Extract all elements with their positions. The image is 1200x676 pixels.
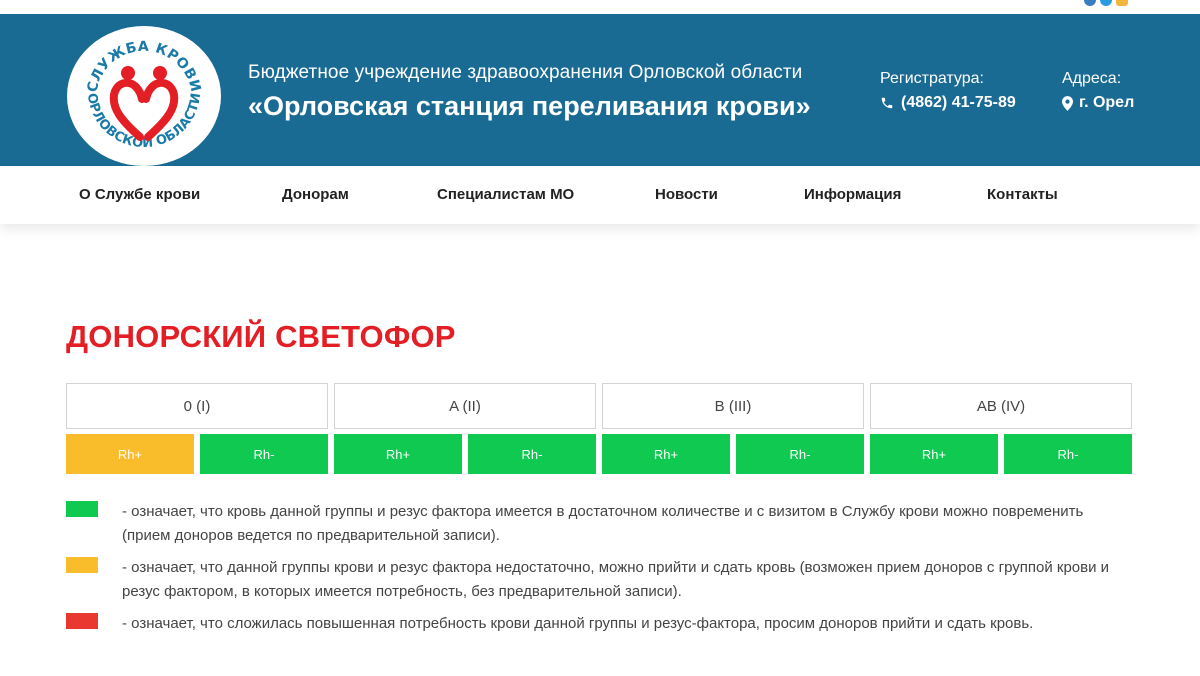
social-ok-icon[interactable] (1116, 0, 1128, 6)
top-strip (0, 0, 1200, 14)
nav-item-news[interactable]: Новости (655, 186, 718, 203)
rh-cell-a-positive[interactable]: Rh+ (334, 434, 462, 474)
nav-item-contacts[interactable]: Контакты (987, 186, 1058, 203)
main-nav: О Службе крови Донорам Специалистам МО Н… (0, 166, 1200, 224)
logo-emblem[interactable]: СЛУЖБА КРОВИ ОРЛОВСКОЙ ОБЛАСТИ (66, 25, 222, 167)
legend-swatch-green (66, 501, 98, 517)
registry-phone-link[interactable]: (4862) 41-75-89 (880, 94, 1016, 112)
nav-item-donors[interactable]: Донорам (282, 186, 349, 203)
blood-group-header-ab: AB (IV) (870, 383, 1132, 429)
registry-phone: (4862) 41-75-89 (901, 94, 1016, 111)
legend-text-red: - означает, что сложилась повышенная пот… (122, 615, 1034, 632)
nav-item-about[interactable]: О Службе крови (79, 186, 200, 203)
rh-cell-0-negative[interactable]: Rh- (200, 434, 328, 474)
legend-swatch-red (66, 613, 98, 629)
org-subtitle: Бюджетное учреждение здравоохранения Орл… (248, 62, 803, 83)
address-value: г. Орел (1079, 94, 1135, 111)
rh-cell-b-positive[interactable]: Rh+ (602, 434, 730, 474)
legend-text-green: - означает, что кровь данной группы и ре… (122, 503, 1084, 544)
rh-cell-ab-positive[interactable]: Rh+ (870, 434, 998, 474)
social-telegram-icon[interactable] (1100, 0, 1112, 6)
legend-text-yellow: - означает, что данной группы крови и ре… (122, 559, 1110, 600)
page-title: ДОНОРСКИЙ СВЕТОФОР (66, 319, 456, 354)
org-title[interactable]: «Орловская станция переливания крови» (248, 91, 811, 122)
nav-item-specialists[interactable]: Специалистам МО (437, 186, 574, 203)
blood-group-header-0: 0 (I) (66, 383, 328, 429)
registry-label: Регистратура: (880, 70, 984, 87)
rh-cell-a-negative[interactable]: Rh- (468, 434, 596, 474)
rh-cell-ab-negative[interactable]: Rh- (1004, 434, 1132, 474)
blood-group-header-b: B (III) (602, 383, 864, 429)
address-link[interactable]: г. Орел (1062, 94, 1134, 112)
phone-icon (881, 97, 893, 109)
social-links (1084, 0, 1128, 6)
map-pin-icon (1062, 95, 1073, 111)
legend-swatch-yellow (66, 557, 98, 573)
site-header: СЛУЖБА КРОВИ ОРЛОВСКОЙ ОБЛАСТИ Бюджетное… (0, 14, 1200, 166)
address-label: Адреса: (1062, 70, 1122, 87)
social-vk-icon[interactable] (1084, 0, 1096, 6)
nav-item-information[interactable]: Информация (804, 186, 901, 203)
rh-cell-b-negative[interactable]: Rh- (736, 434, 864, 474)
blood-group-header-a: A (II) (334, 383, 596, 429)
rh-cell-0-positive[interactable]: Rh+ (66, 434, 194, 474)
